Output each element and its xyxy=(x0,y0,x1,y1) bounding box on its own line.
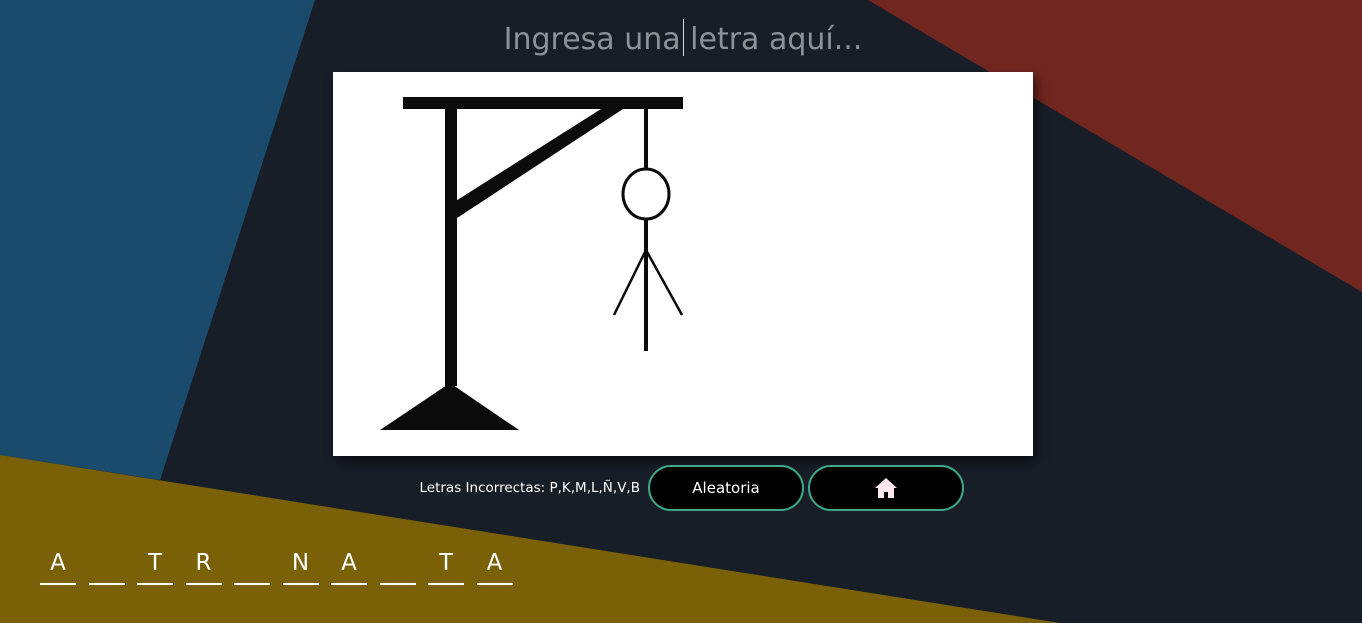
text-caret xyxy=(683,19,684,56)
gallows-beam xyxy=(403,97,683,109)
word-letter-slot xyxy=(88,545,125,585)
random-word-button[interactable]: Aleatoria xyxy=(648,465,804,511)
word-letter-slot: A xyxy=(40,545,76,585)
stick-figure xyxy=(612,167,684,351)
gallows xyxy=(380,97,683,430)
word-letter-slot: T xyxy=(137,545,173,585)
hangman-board xyxy=(333,72,1033,456)
word-progress: A T R N A T A xyxy=(40,545,525,585)
hangman-drawing xyxy=(380,97,684,430)
gallows-rope xyxy=(644,109,648,168)
blue-panel xyxy=(0,0,315,480)
word-letter-slot: N xyxy=(282,545,319,585)
figure-left-arm xyxy=(612,249,648,316)
gallows-brace xyxy=(451,109,623,222)
word-letter-slot xyxy=(379,545,416,585)
gallows-post xyxy=(445,104,457,386)
word-letter-slot: A xyxy=(476,545,513,585)
game-screen: Letras Incorrectas: P,K,M,L,Ñ,V,B Aleato… xyxy=(0,0,1362,623)
word-letter-slot xyxy=(234,545,270,585)
home-icon xyxy=(875,478,897,498)
figure-right-arm xyxy=(644,249,684,316)
home-button[interactable] xyxy=(808,465,964,511)
word-letter-slot: T xyxy=(428,545,464,585)
wrong-letters-label: Letras Incorrectas: P,K,M,L,Ñ,V,B xyxy=(419,480,641,496)
figure-head xyxy=(621,167,671,221)
gallows-base xyxy=(380,383,519,430)
word-letter-slot: R xyxy=(185,545,222,585)
word-letter-slot: A xyxy=(331,545,367,585)
